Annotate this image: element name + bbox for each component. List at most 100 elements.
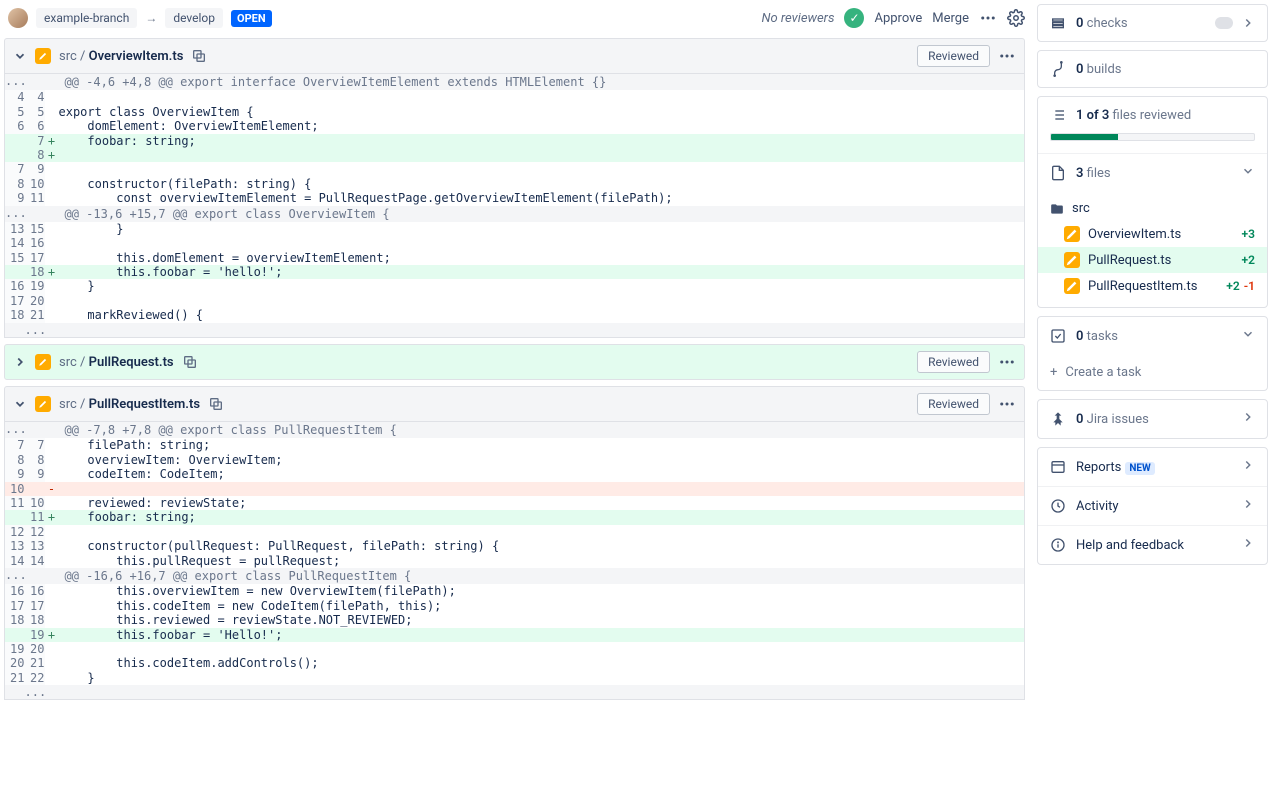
tasks-row[interactable]: 0 tasks	[1038, 317, 1267, 355]
help-row[interactable]: Help and feedback	[1038, 525, 1267, 564]
chevron-right-icon	[1241, 497, 1255, 511]
diff-line[interactable]: 1821 markReviewed() {	[5, 308, 1025, 322]
diff-line[interactable]: 1313 constructor(pullRequest: PullReques…	[5, 539, 1025, 553]
diff-line[interactable]: 88 overviewItem: OverviewItem;	[5, 453, 1025, 467]
diff-line[interactable]: 8+	[5, 148, 1025, 162]
files-tree-header[interactable]: 3 files	[1038, 153, 1267, 192]
tasks-icon	[1050, 328, 1066, 344]
diff-line[interactable]: 2021 this.codeItem.addControls();	[5, 656, 1025, 670]
diff-line[interactable]: ...@@ -4,6 +4,8 @@ export interface Over…	[5, 74, 1025, 90]
diff-line[interactable]: 44	[5, 90, 1025, 104]
activity-row[interactable]: Activity	[1038, 486, 1267, 525]
checks-icon	[1050, 15, 1066, 31]
copy-path-icon[interactable]	[182, 354, 198, 370]
arrow-right-icon: →	[145, 11, 157, 25]
approve-button[interactable]: Approve	[874, 11, 922, 26]
diff-line[interactable]: 79	[5, 162, 1025, 176]
file-icon	[1050, 165, 1066, 181]
activity-icon	[1050, 498, 1066, 514]
diff-line[interactable]: 1616 this.overviewItem = new OverviewIte…	[5, 584, 1025, 598]
reviewed-button[interactable]: Reviewed	[917, 393, 990, 415]
diff-line[interactable]: 99 codeItem: CodeItem;	[5, 467, 1025, 481]
diff-line[interactable]: 7+ foobar: string;	[5, 134, 1025, 148]
diff-line[interactable]: 1920	[5, 642, 1025, 656]
diff-line[interactable]: 77 filePath: string;	[5, 438, 1025, 452]
folder-icon	[1050, 202, 1064, 216]
tree-file-item[interactable]: PullRequestItem.ts+2-1	[1038, 273, 1267, 299]
diff-line[interactable]: 1619 }	[5, 279, 1025, 293]
diff-line[interactable]: 1517 this.domElement = overviewItemEleme…	[5, 251, 1025, 265]
reviewed-button[interactable]: Reviewed	[917, 45, 990, 67]
modified-badge-icon	[1064, 226, 1080, 242]
builds-row[interactable]: 0 builds	[1038, 51, 1267, 87]
diff-line[interactable]: 1416	[5, 236, 1025, 250]
copy-path-icon[interactable]	[208, 396, 224, 412]
builds-icon	[1050, 61, 1066, 77]
file-header: src / PullRequest.ts Reviewed	[4, 344, 1025, 380]
diff-table: ...@@ -7,8 +7,8 @@ export class PullRequ…	[4, 422, 1025, 700]
merge-button[interactable]: Merge	[932, 11, 969, 26]
checks-loading-pill	[1215, 17, 1233, 29]
diff-line[interactable]: 10-	[5, 482, 1025, 496]
review-progress-bar	[1050, 133, 1255, 141]
diff-line[interactable]: 11+ foobar: string;	[5, 510, 1025, 524]
diff-line[interactable]: 2122 }	[5, 671, 1025, 685]
create-task-button[interactable]: + Create a task	[1038, 355, 1267, 390]
diff-line[interactable]: ...	[5, 685, 1025, 700]
modified-badge-icon	[35, 354, 51, 370]
diff-line[interactable]: 1717 this.codeItem = new CodeItem(filePa…	[5, 599, 1025, 613]
diff-line[interactable]: 810 constructor(filePath: string) {	[5, 177, 1025, 191]
diff-line[interactable]: 1212	[5, 525, 1025, 539]
new-badge: NEW	[1125, 462, 1154, 475]
tree-folder-src[interactable]: src	[1038, 196, 1267, 221]
no-reviewers-text: No reviewers	[762, 11, 835, 26]
file-toggle-chevron-icon[interactable]	[13, 49, 27, 63]
file-more-icon[interactable]	[998, 47, 1016, 65]
modified-badge-icon	[1064, 252, 1080, 268]
diff-line[interactable]: 18+ this.foobar = 'hello!';	[5, 265, 1025, 279]
file-toggle-chevron-icon[interactable]	[13, 355, 27, 369]
list-icon	[1050, 107, 1066, 123]
file-toggle-chevron-icon[interactable]	[13, 397, 27, 411]
chevron-right-icon	[1241, 16, 1255, 30]
diff-line[interactable]: 55 export class OverviewItem {	[5, 105, 1025, 119]
diff-line[interactable]: ...@@ -16,6 +16,7 @@ export class PullRe…	[5, 568, 1025, 584]
diff-line[interactable]: ...@@ -13,6 +15,7 @@ export class Overvi…	[5, 206, 1025, 222]
plus-icon: +	[1050, 365, 1057, 380]
tree-file-item[interactable]: OverviewItem.ts+3	[1038, 221, 1267, 247]
chevron-right-icon	[1241, 536, 1255, 550]
diff-line[interactable]: 66 domElement: OverviewItemElement;	[5, 119, 1025, 133]
diff-line[interactable]: 1414 this.pullRequest = pullRequest;	[5, 554, 1025, 568]
file-path: src / PullRequest.ts	[59, 355, 174, 370]
diff-line[interactable]: ...	[5, 323, 1025, 338]
diff-line[interactable]: 19+ this.foobar = 'Hello!';	[5, 628, 1025, 642]
jira-row[interactable]: 0 Jira issues	[1038, 400, 1267, 438]
checks-row[interactable]: 0 checks	[1038, 5, 1267, 41]
diff-line[interactable]: 1315 }	[5, 222, 1025, 236]
diff-line[interactable]: 1818 this.reviewed = reviewState.NOT_REV…	[5, 613, 1025, 627]
diff-line[interactable]: 1720	[5, 294, 1025, 308]
pr-status-badge: OPEN	[231, 10, 272, 27]
diff-line[interactable]: ...@@ -7,8 +7,8 @@ export class PullRequ…	[5, 422, 1025, 438]
tree-file-item[interactable]: PullRequest.ts+2	[1038, 247, 1267, 273]
files-reviewed-row[interactable]: 1 of 3 files reviewed	[1038, 97, 1267, 133]
copy-path-icon[interactable]	[191, 48, 207, 64]
file-path: src / PullRequestItem.ts	[59, 397, 200, 412]
file-header: src / OverviewItem.ts Reviewed	[4, 38, 1025, 74]
diff-table: ...@@ -4,6 +4,8 @@ export interface Over…	[4, 74, 1025, 338]
file-more-icon[interactable]	[998, 353, 1016, 371]
reports-row[interactable]: ReportsNEW	[1038, 448, 1267, 486]
chevron-right-icon	[1241, 410, 1255, 424]
reviewed-button[interactable]: Reviewed	[917, 351, 990, 373]
file-header: src / PullRequestItem.ts Reviewed	[4, 386, 1025, 422]
source-branch-chip[interactable]: example-branch	[36, 8, 137, 28]
settings-gear-icon[interactable]	[1007, 9, 1025, 27]
file-more-icon[interactable]	[998, 395, 1016, 413]
reports-icon	[1050, 459, 1066, 475]
modified-badge-icon	[35, 396, 51, 412]
diff-line[interactable]: 911 const overviewItemElement = PullRequ…	[5, 191, 1025, 205]
diff-line[interactable]: 1110 reviewed: reviewState;	[5, 496, 1025, 510]
more-actions-icon[interactable]	[979, 9, 997, 27]
target-branch-chip[interactable]: develop	[165, 8, 223, 28]
author-avatar[interactable]	[8, 8, 28, 28]
